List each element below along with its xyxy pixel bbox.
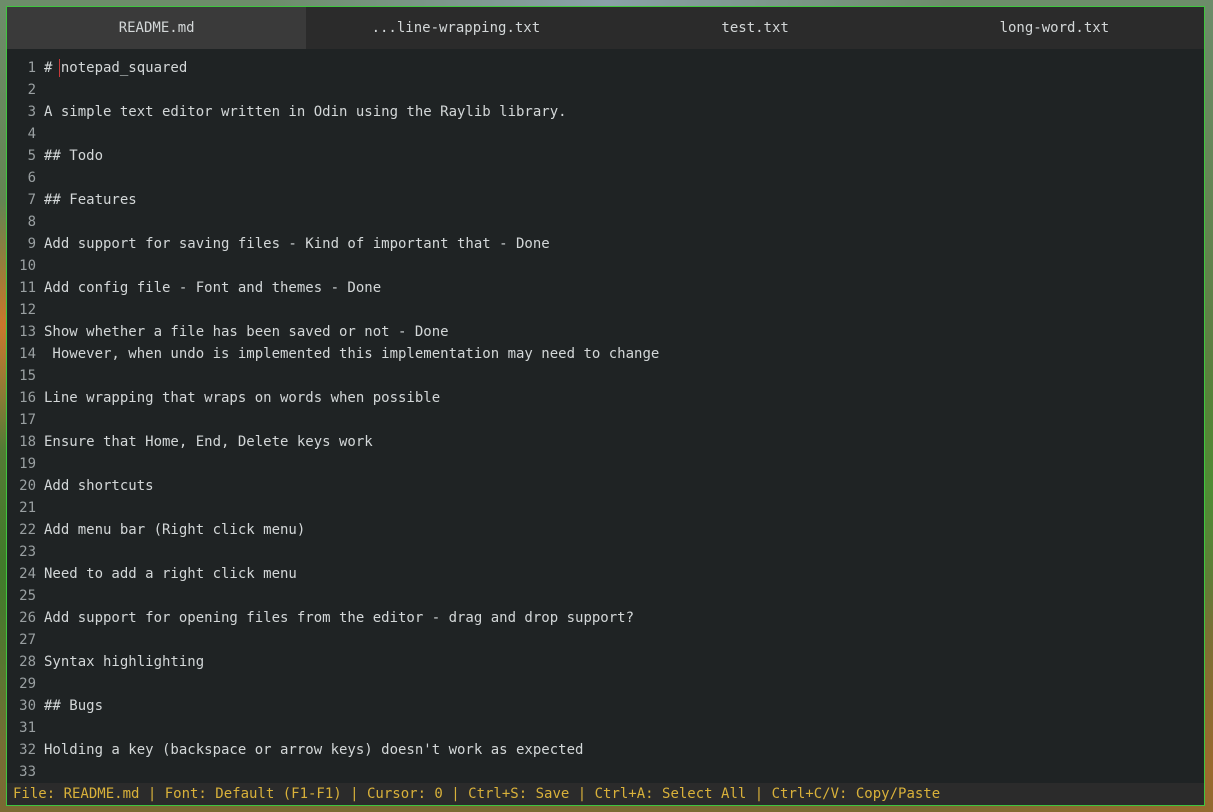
editor-line[interactable]: 26 Add support for opening files from the… — [16, 607, 1204, 629]
editor-line[interactable]: 3 A simple text editor written in Odin us… — [16, 101, 1204, 123]
line-number: 23 — [19, 544, 36, 560]
line-text[interactable]: Line wrapping that wraps on words when p… — [44, 390, 440, 406]
line-text[interactable]: # notepad_squared — [44, 60, 187, 76]
editor-window: README.md ...line-wrapping.txt test.txt … — [6, 6, 1205, 806]
line-number: 13 — [19, 324, 36, 340]
line-number: 4 — [27, 126, 36, 142]
editor-line[interactable]: 12 — [16, 299, 1204, 321]
line-text[interactable]: Show whether a file has been saved or no… — [44, 324, 449, 340]
line-number: 12 — [19, 302, 36, 318]
text-cursor — [59, 59, 60, 77]
line-number: 19 — [19, 456, 36, 472]
editor-line[interactable]: 27 — [16, 629, 1204, 651]
editor-line[interactable]: 10 — [16, 255, 1204, 277]
editor-line[interactable]: 2 — [16, 79, 1204, 101]
line-number: 28 — [19, 654, 36, 670]
line-number: 9 — [27, 236, 36, 252]
editor-line[interactable]: 1 # notepad_squared — [16, 57, 1204, 79]
status-text: File: README.md | Font: Default (F1-F1) … — [13, 786, 941, 802]
line-number: 21 — [19, 500, 36, 516]
editor-line[interactable]: 11 Add config file - Font and themes - Do… — [16, 277, 1204, 299]
line-text[interactable]: Add shortcuts — [44, 478, 154, 494]
editor-line[interactable]: 5 ## Todo — [16, 145, 1204, 167]
line-text[interactable]: Add menu bar (Right click menu) — [44, 522, 305, 538]
editor-line[interactable]: 22 Add menu bar (Right click menu) — [16, 519, 1204, 541]
tab-line-wrapping[interactable]: ...line-wrapping.txt — [306, 7, 605, 49]
editor-line[interactable]: 29 — [16, 673, 1204, 695]
line-number: 8 — [27, 214, 36, 230]
tab-long-word[interactable]: long-word.txt — [905, 7, 1204, 49]
line-number: 27 — [19, 632, 36, 648]
line-text[interactable]: Need to add a right click menu — [44, 566, 297, 582]
tab-readme[interactable]: README.md — [7, 7, 307, 49]
line-text[interactable]: A simple text editor written in Odin usi… — [44, 104, 567, 120]
line-number: 29 — [19, 676, 36, 692]
line-number: 30 — [19, 698, 36, 714]
editor-line[interactable]: 15 — [16, 365, 1204, 387]
line-text[interactable]: Add support for opening files from the e… — [44, 610, 634, 626]
line-number: 3 — [27, 104, 36, 120]
editor-line[interactable]: 18 Ensure that Home, End, Delete keys wor… — [16, 431, 1204, 453]
line-number: 26 — [19, 610, 36, 626]
editor-line[interactable]: 17 — [16, 409, 1204, 431]
line-text[interactable]: However, when undo is implemented this i… — [44, 346, 659, 362]
line-number: 7 — [27, 192, 36, 208]
line-number: 2 — [27, 82, 36, 98]
line-number: 14 — [19, 346, 36, 362]
line-number: 11 — [19, 280, 36, 296]
editor-line[interactable]: 32 Holding a key (backspace or arrow keys… — [16, 739, 1204, 761]
editor-line[interactable]: 25 — [16, 585, 1204, 607]
line-number: 16 — [19, 390, 36, 406]
editor-line[interactable]: 7 ## Features — [16, 189, 1204, 211]
line-text[interactable]: ## Features — [44, 192, 137, 208]
editor-line[interactable]: 20 Add shortcuts — [16, 475, 1204, 497]
tab-bar: README.md ...line-wrapping.txt test.txt … — [7, 7, 1204, 49]
line-number: 6 — [27, 170, 36, 186]
tab-test[interactable]: test.txt — [606, 7, 905, 49]
line-number: 18 — [19, 434, 36, 450]
editor-line[interactable]: 33 — [16, 761, 1204, 783]
line-text[interactable]: Add config file - Font and themes - Done — [44, 280, 381, 296]
line-number: 15 — [19, 368, 36, 384]
line-number: 32 — [19, 742, 36, 758]
editor-line[interactable]: 28 Syntax highlighting — [16, 651, 1204, 673]
line-text[interactable]: Holding a key (backspace or arrow keys) … — [44, 742, 583, 758]
line-number: 24 — [19, 566, 36, 582]
line-number: 1 — [27, 60, 36, 76]
editor-line[interactable]: 23 — [16, 541, 1204, 563]
editor-line[interactable]: 31 — [16, 717, 1204, 739]
editor-line[interactable]: 4 — [16, 123, 1204, 145]
editor-line[interactable]: 30 ## Bugs — [16, 695, 1204, 717]
line-text[interactable]: ## Todo — [44, 148, 103, 164]
editor-line[interactable]: 9 Add support for saving files - Kind of … — [16, 233, 1204, 255]
editor-line[interactable]: 19 — [16, 453, 1204, 475]
line-number: 31 — [19, 720, 36, 736]
editor-line[interactable]: 21 — [16, 497, 1204, 519]
line-text[interactable]: Ensure that Home, End, Delete keys work — [44, 434, 373, 450]
line-text[interactable]: Syntax highlighting — [44, 654, 204, 670]
line-text[interactable]: Add support for saving files - Kind of i… — [44, 236, 550, 252]
editor-line[interactable]: 6 — [16, 167, 1204, 189]
editor-line[interactable]: 14 However, when undo is implemented thi… — [16, 343, 1204, 365]
status-bar: File: README.md | Font: Default (F1-F1) … — [7, 783, 1204, 805]
line-number: 10 — [19, 258, 36, 274]
editor-line[interactable]: 24 Need to add a right click menu — [16, 563, 1204, 585]
editor-line[interactable]: 16 Line wrapping that wraps on words when… — [16, 387, 1204, 409]
line-number: 20 — [19, 478, 36, 494]
line-number: 5 — [27, 148, 36, 164]
line-text[interactable]: ## Bugs — [44, 698, 103, 714]
text-editor-area[interactable]: 1 # notepad_squared 2 3 A simple text editor… — [16, 57, 1204, 783]
editor-line[interactable]: 13 Show whether a file has been saved or … — [16, 321, 1204, 343]
line-number: 25 — [19, 588, 36, 604]
line-number: 17 — [19, 412, 36, 428]
line-number: 22 — [19, 522, 36, 538]
editor-line[interactable]: 8 — [16, 211, 1204, 233]
line-number: 33 — [19, 764, 36, 780]
